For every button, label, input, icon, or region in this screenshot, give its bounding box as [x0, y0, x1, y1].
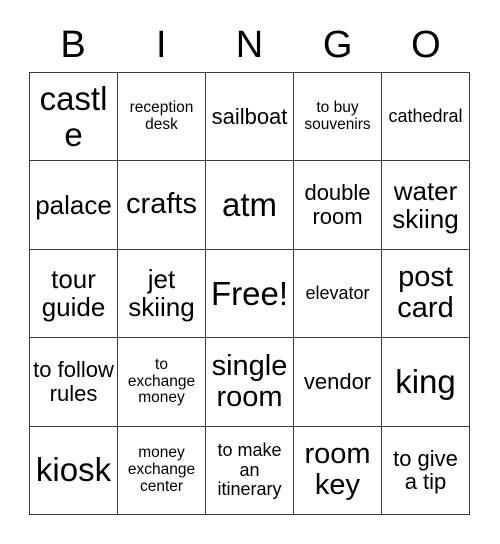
header-letter-o: O — [411, 24, 441, 66]
bingo-cell-label: room key — [304, 437, 371, 502]
header-letter-n: N — [235, 24, 264, 66]
bingo-cell-label: reception desk — [129, 98, 194, 133]
bingo-cell[interactable]: palace — [30, 161, 118, 250]
bingo-header: B I N G O — [29, 18, 470, 72]
bingo-cell[interactable]: post card — [382, 249, 470, 339]
bingo-cell-label: atm — [221, 186, 277, 224]
bingo-cell[interactable]: double room — [294, 161, 382, 250]
bingo-cell-label: water skiing — [392, 176, 459, 235]
bingo-cell-label: kiosk — [35, 451, 112, 489]
bingo-cell-label: money exchange center — [127, 444, 196, 495]
bingo-cell[interactable]: water skiing — [382, 161, 470, 250]
bingo-cell[interactable]: cathedral — [382, 73, 470, 162]
bingo-cell-label: jet skiing — [128, 264, 195, 323]
bingo-cell[interactable]: to make an itinerary — [206, 426, 294, 515]
bingo-cell-free[interactable]: Free! — [206, 249, 294, 339]
bingo-cell-label: cathedral — [388, 105, 463, 126]
bingo-cell[interactable]: king — [382, 338, 470, 427]
bingo-cell-label: palace — [35, 190, 112, 221]
bingo-cell-label: to follow rules — [33, 357, 114, 406]
bingo-cell[interactable]: crafts — [118, 161, 206, 250]
bingo-cell[interactable]: kiosk — [30, 426, 118, 515]
bingo-cell[interactable]: to exchange money — [118, 338, 206, 427]
bingo-cell-label: single room — [211, 349, 288, 413]
bingo-cell-label: sailboat — [211, 103, 288, 129]
bingo-cell[interactable]: reception desk — [118, 73, 206, 162]
header-letter-b: B — [60, 24, 86, 66]
bingo-cell[interactable]: to buy souvenirs — [294, 73, 382, 162]
bingo-cell-label: king — [395, 363, 456, 401]
bingo-cell-label: post card — [397, 261, 454, 325]
bingo-cell[interactable]: vendor — [294, 338, 382, 427]
bingo-cell[interactable]: jet skiing — [118, 249, 206, 339]
header-letter-i: I — [156, 24, 167, 66]
bingo-cell[interactable]: atm — [206, 161, 294, 250]
header-letter-g: G — [322, 24, 353, 66]
bingo-cell-label: to make an itinerary — [217, 440, 282, 500]
bingo-cell-label: elevator — [305, 282, 370, 303]
bingo-cell[interactable]: sailboat — [206, 73, 294, 162]
bingo-cell[interactable]: elevator — [294, 249, 382, 339]
bingo-cell[interactable]: to follow rules — [30, 338, 118, 427]
bingo-cell-label: double room — [304, 180, 371, 230]
bingo-card: B I N G O castle reception desk sailboat to… — [0, 0, 500, 544]
bingo-cell[interactable]: to give a tip — [382, 426, 470, 515]
bingo-cell-label: Free! — [210, 274, 289, 312]
bingo-cell-label: vendor — [303, 369, 372, 395]
bingo-cell[interactable]: money exchange center — [118, 426, 206, 515]
bingo-cell-label: to buy souvenirs — [304, 98, 371, 133]
bingo-cell-label: tour guide — [41, 264, 106, 323]
bingo-grid: castle reception desk sailboat to buy souve… — [29, 72, 470, 515]
bingo-cell[interactable]: tour guide — [30, 249, 118, 339]
bingo-cell-label: castle — [39, 80, 108, 153]
bingo-cell[interactable]: single room — [206, 338, 294, 427]
bingo-cell-label: to give a tip — [393, 445, 458, 495]
bingo-cell-label: to exchange money — [127, 355, 196, 407]
bingo-cell[interactable]: room key — [294, 426, 382, 515]
bingo-cell[interactable]: castle — [30, 73, 118, 162]
bingo-cell-label: crafts — [126, 188, 197, 221]
